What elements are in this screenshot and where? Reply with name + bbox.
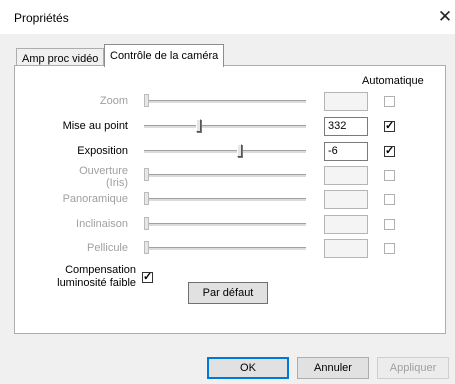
- pan-label: Panoramique: [62, 193, 128, 205]
- pan-value-field: [324, 190, 368, 209]
- focus-value-field[interactable]: 332: [324, 117, 368, 136]
- roll-value-field: [324, 239, 368, 258]
- iris-label: Ouverture (Iris): [79, 165, 128, 189]
- tilt-label: Inclinaison: [76, 218, 128, 230]
- focus-auto-checkbox[interactable]: ✓: [384, 121, 395, 132]
- slider-track: [144, 125, 306, 129]
- pan-slider: [144, 192, 306, 206]
- slider-track: [144, 150, 306, 154]
- roll-label: Pellicule: [87, 242, 128, 254]
- iris-auto-checkbox: [384, 170, 395, 181]
- auto-column-header: Automatique: [362, 75, 424, 87]
- default-button[interactable]: Par défaut: [188, 282, 268, 304]
- exposure-slider[interactable]: [144, 144, 306, 158]
- slider-thumb[interactable]: [237, 144, 242, 157]
- slider-track: [144, 247, 306, 251]
- slider-track: [144, 223, 306, 227]
- slider-track: [144, 174, 306, 178]
- tab-camera-control[interactable]: Contrôle de la caméra: [104, 44, 225, 67]
- zoom-slider: [144, 94, 306, 108]
- zoom-label: Zoom: [99, 95, 128, 107]
- low-light-compensation-label: Compensation luminosité faible: [57, 264, 136, 289]
- slider-track: [144, 100, 306, 104]
- zoom-auto-checkbox: [384, 96, 395, 107]
- close-icon[interactable]: ✕: [436, 5, 454, 29]
- tilt-value-field: [324, 215, 368, 234]
- slider-thumb[interactable]: [196, 119, 201, 132]
- slider-track: [144, 198, 306, 202]
- focus-slider[interactable]: [144, 119, 306, 133]
- exposure-auto-checkbox[interactable]: ✓: [384, 146, 395, 157]
- exposure-value-field[interactable]: -6: [324, 142, 368, 161]
- roll-auto-checkbox: [384, 243, 395, 254]
- slider-thumb: [144, 217, 149, 230]
- pan-auto-checkbox: [384, 194, 395, 205]
- zoom-value-field: [324, 92, 368, 111]
- title-bar: Propriétés ✕: [0, 0, 455, 34]
- slider-thumb: [144, 94, 149, 107]
- ok-button[interactable]: OK: [207, 357, 289, 379]
- slider-thumb: [144, 241, 149, 254]
- low-light-compensation-checkbox[interactable]: ✓: [142, 272, 153, 283]
- tilt-slider: [144, 217, 306, 231]
- iris-slider: [144, 168, 306, 182]
- window-title: Propriétés: [14, 11, 69, 25]
- cancel-button[interactable]: Annuler: [297, 357, 369, 379]
- iris-value-field: [324, 166, 368, 185]
- slider-thumb: [144, 168, 149, 181]
- exposure-label: Exposition: [77, 145, 128, 157]
- roll-slider: [144, 241, 306, 255]
- focus-label: Mise au point: [62, 120, 128, 132]
- apply-button[interactable]: Appliquer: [377, 357, 449, 379]
- slider-thumb: [144, 192, 149, 205]
- tilt-auto-checkbox: [384, 219, 395, 230]
